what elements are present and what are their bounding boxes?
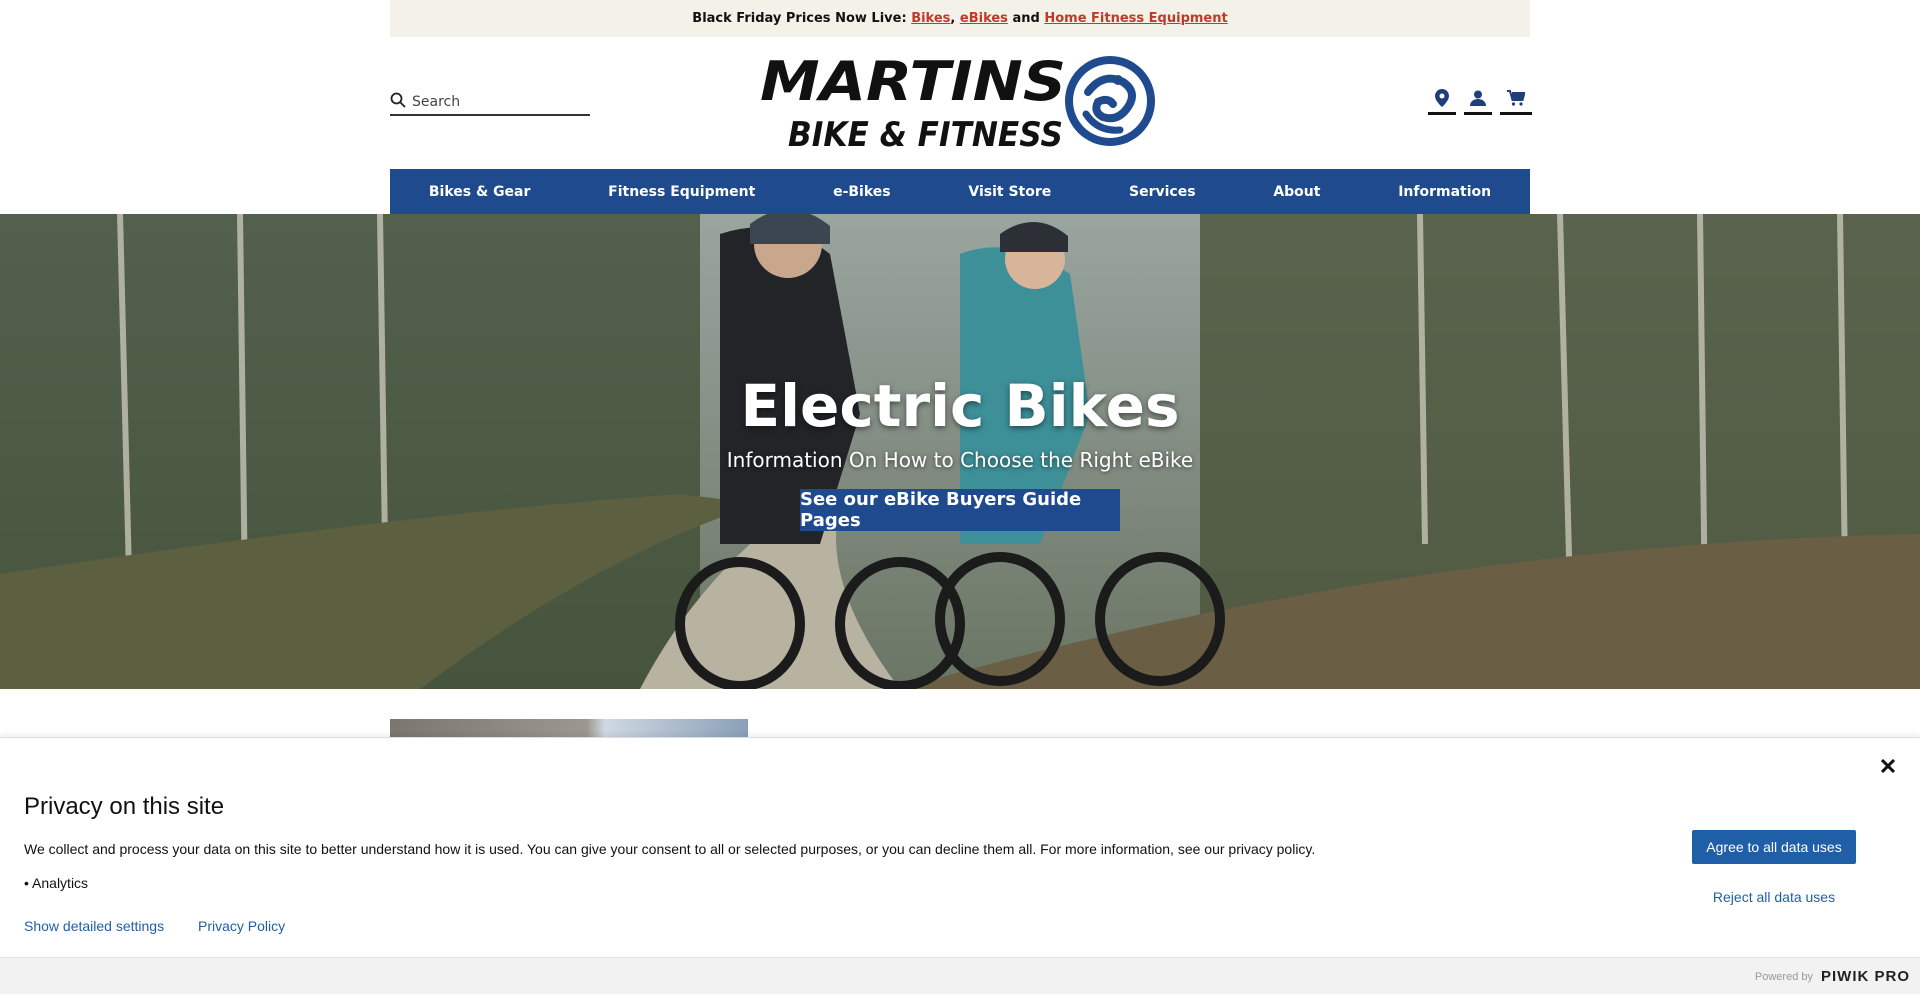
announcement-link-fitness[interactable]: Home Fitness Equipment bbox=[1044, 11, 1227, 26]
show-detailed-settings-link[interactable]: Show detailed settings bbox=[24, 918, 164, 934]
location-pin-icon[interactable] bbox=[1428, 84, 1456, 115]
hero-subtitle: Information On How to Choose the Right e… bbox=[726, 448, 1194, 472]
announcement-sep: , bbox=[950, 11, 956, 26]
main-nav: Bikes & Gear Fitness Equipment e-Bikes V… bbox=[390, 169, 1530, 214]
nav-item-services[interactable]: Services bbox=[1129, 184, 1196, 200]
announcement-bar: Black Friday Prices Now Live: Bikes, eBi… bbox=[390, 0, 1530, 37]
piwik-pro-logo[interactable]: PIWIK PRO bbox=[1821, 968, 1910, 985]
nav-item-bikes-gear[interactable]: Bikes & Gear bbox=[429, 184, 531, 200]
powered-by-bar: Powered by PIWIK PRO bbox=[0, 957, 1920, 994]
nav-item-fitness-equipment[interactable]: Fitness Equipment bbox=[608, 184, 755, 200]
hero-title: Electric Bikes bbox=[740, 372, 1180, 440]
search-icon[interactable] bbox=[390, 92, 406, 113]
privacy-purpose-list: • Analytics bbox=[24, 875, 88, 891]
site-logo[interactable]: MARTINS BIKE & FITNESS bbox=[758, 50, 1162, 155]
purpose-analytics: Analytics bbox=[32, 875, 89, 891]
cart-icon[interactable] bbox=[1500, 84, 1532, 115]
search-input[interactable] bbox=[406, 94, 582, 110]
header-icons bbox=[1428, 84, 1532, 115]
account-icon[interactable] bbox=[1464, 84, 1492, 115]
logo-emblem-icon bbox=[1065, 56, 1155, 146]
logo-line1: MARTINS bbox=[760, 52, 1066, 113]
nav-item-information[interactable]: Information bbox=[1398, 184, 1491, 200]
privacy-policy-link[interactable]: Privacy Policy bbox=[198, 918, 285, 934]
announcement-link-ebikes[interactable]: eBikes bbox=[960, 11, 1008, 26]
privacy-description: We collect and process your data on this… bbox=[24, 841, 1316, 857]
reject-all-button[interactable]: Reject all data uses bbox=[1692, 880, 1856, 914]
privacy-links: Show detailed settings Privacy Policy bbox=[24, 918, 315, 934]
nav-item-about[interactable]: About bbox=[1273, 184, 1320, 200]
privacy-title: Privacy on this site bbox=[24, 793, 225, 820]
search-box[interactable] bbox=[390, 90, 590, 116]
announcement-prefix: Black Friday Prices Now Live: bbox=[692, 11, 907, 26]
agree-all-button[interactable]: Agree to all data uses bbox=[1692, 830, 1856, 864]
announcement-and: and bbox=[1012, 11, 1040, 26]
nav-item-e-bikes[interactable]: e-Bikes bbox=[833, 184, 891, 200]
ebike-guide-button[interactable]: See our eBike Buyers Guide Pages bbox=[800, 489, 1120, 531]
logo-line2: BIKE & FITNESS bbox=[788, 115, 1063, 152]
privacy-consent-banner: Privacy on this site We collect and proc… bbox=[0, 737, 1920, 958]
list-bullet: • bbox=[24, 875, 29, 891]
announcement-link-bikes[interactable]: Bikes bbox=[911, 11, 950, 26]
powered-by-label: Powered by bbox=[1754, 970, 1813, 983]
hero-banner: Electric Bikes Information On How to Cho… bbox=[0, 214, 1920, 689]
close-icon[interactable] bbox=[1878, 756, 1898, 776]
content-thumbnail-image[interactable] bbox=[390, 719, 748, 739]
nav-item-visit-store[interactable]: Visit Store bbox=[968, 184, 1051, 200]
